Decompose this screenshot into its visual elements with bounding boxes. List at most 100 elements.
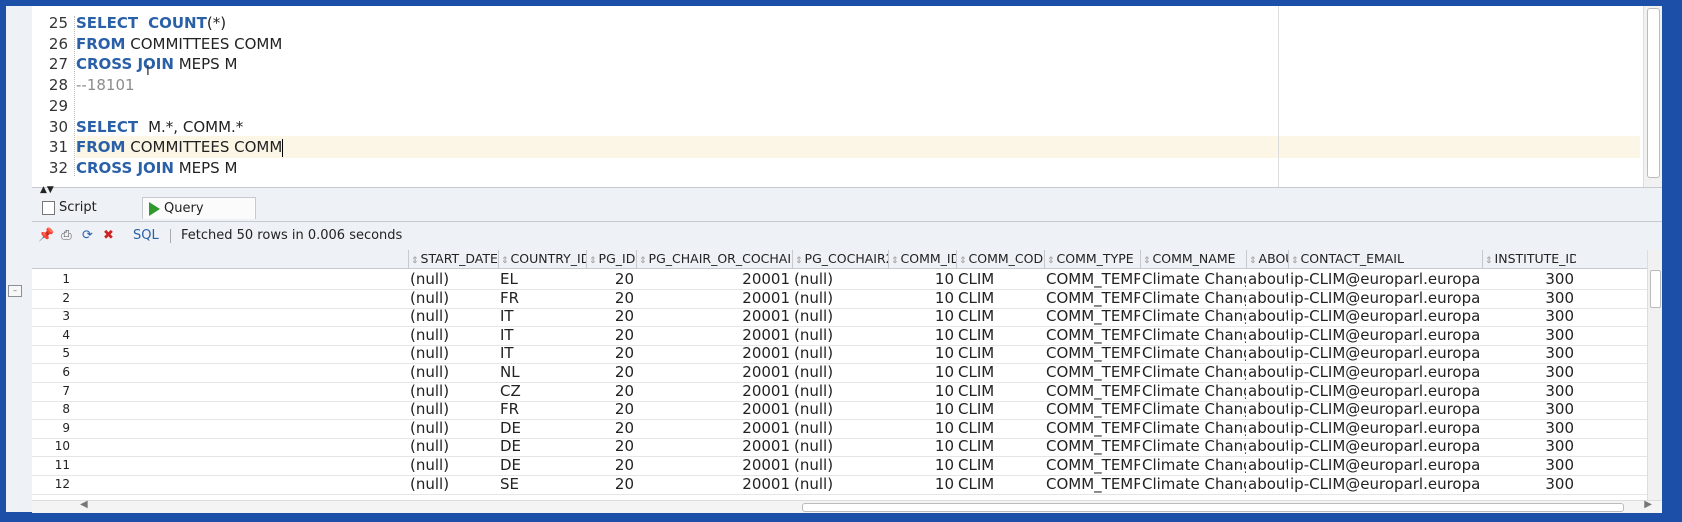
column-header[interactable]: ⇕ INSTITUTE_ID [1482, 250, 1576, 268]
table-cell[interactable]: (null) [792, 343, 888, 363]
table-cell[interactable]: SE [498, 474, 586, 494]
table-cell[interactable]: 20 [586, 325, 636, 345]
table-cell[interactable]: IT [498, 325, 586, 345]
table-cell[interactable]: CLIM [956, 306, 1044, 326]
table-cell[interactable]: DE [498, 418, 586, 438]
table-cell[interactable]: (null) [792, 399, 888, 419]
table-cell[interactable]: 20 [586, 455, 636, 475]
sort-icon[interactable]: ⇕ [1047, 256, 1055, 266]
sort-icon[interactable]: ⇕ [1249, 256, 1257, 266]
table-cell[interactable]: (null) [792, 455, 888, 475]
table-cell[interactable]: COMM_TEMP [1044, 288, 1140, 308]
table-cell[interactable]: 20 [586, 436, 636, 456]
column-header[interactable]: ⇕ COMM_NAME [1140, 250, 1246, 268]
table-cell[interactable]: ip-CLIM@europarl.europa.eu [1288, 474, 1482, 494]
table-cell[interactable]: 20 [586, 288, 636, 308]
scroll-left-icon[interactable]: ◀ [80, 499, 88, 510]
refresh-icon[interactable]: ⟳ [80, 228, 95, 243]
code-line[interactable]: SELECT M.*, COMM.* [76, 116, 1640, 138]
table-cell[interactable]: 300 [1482, 399, 1576, 419]
table-cell[interactable]: 300 [1482, 436, 1576, 456]
code-line[interactable]: CROSS JOIN MEPS M [76, 157, 1640, 179]
table-cell[interactable]: CLIM [956, 343, 1044, 363]
scrollbar-thumb[interactable] [1650, 270, 1661, 308]
column-header[interactable]: ⇕ COMM_ID [888, 250, 956, 268]
table-row[interactable]: 12 (null) SE 20 20001 (null) 10 CLIM COMM_TEMP Cl… [32, 474, 1662, 495]
table-cell[interactable]: DE [498, 436, 586, 456]
scrollbar-thumb[interactable] [802, 503, 1624, 512]
table-cell[interactable]: CLIM [956, 288, 1044, 308]
table-cell[interactable]: 300 [1482, 343, 1576, 363]
scrollbar-thumb[interactable] [1647, 8, 1660, 178]
table-cell[interactable]: 10 [888, 343, 956, 363]
tab-script-output[interactable]: Script Output× [36, 197, 142, 237]
table-cell[interactable]: 300 [1482, 418, 1576, 438]
table-cell[interactable]: 10 [888, 381, 956, 401]
sort-icon[interactable]: ⇕ [639, 256, 647, 266]
table-cell[interactable]: CLIM [956, 418, 1044, 438]
table-cell[interactable]: ip-CLIM@europarl.europa.eu [1288, 455, 1482, 475]
table-cell[interactable]: 20 [586, 343, 636, 363]
table-cell[interactable]: CLIM [956, 455, 1044, 475]
table-cell[interactable]: 10 [888, 325, 956, 345]
table-cell[interactable]: 20001 [636, 474, 792, 494]
table-cell[interactable]: (null) [792, 418, 888, 438]
table-cell[interactable]: 20001 [636, 269, 792, 289]
table-cell[interactable]: ip-CLIM@europarl.europa.eu [1288, 381, 1482, 401]
table-cell[interactable]: about [1246, 436, 1288, 456]
grid-vertical-scrollbar[interactable] [1647, 250, 1662, 500]
table-cell[interactable]: 10 [888, 455, 956, 475]
table-cell[interactable]: 20 [586, 362, 636, 382]
table-cell[interactable]: (null) [792, 381, 888, 401]
table-cell[interactable]: 300 [1482, 306, 1576, 326]
table-cell[interactable]: (null) [408, 455, 498, 475]
scroll-right-icon[interactable]: ▶ [1644, 499, 1652, 510]
table-cell[interactable]: (null) [792, 306, 888, 326]
column-header[interactable]: ⇕ PG_ID [586, 250, 636, 268]
table-cell[interactable]: Climate Change [1140, 399, 1246, 419]
table-cell[interactable]: FR [498, 288, 586, 308]
table-cell[interactable]: Climate Change [1140, 418, 1246, 438]
table-cell[interactable]: 20001 [636, 343, 792, 363]
table-cell[interactable]: about [1246, 455, 1288, 475]
table-cell[interactable]: 300 [1482, 381, 1576, 401]
table-cell[interactable]: COMM_TEMP [1044, 362, 1140, 382]
table-cell[interactable]: about [1246, 269, 1288, 289]
table-cell[interactable]: 20 [586, 399, 636, 419]
table-cell[interactable]: 20 [586, 381, 636, 401]
table-cell[interactable]: (null) [408, 288, 498, 308]
table-cell[interactable]: 10 [888, 269, 956, 289]
table-cell[interactable]: (null) [792, 436, 888, 456]
table-cell[interactable]: COMM_TEMP [1044, 343, 1140, 363]
table-cell[interactable]: COMM_TEMP [1044, 269, 1140, 289]
table-cell[interactable]: 20 [586, 418, 636, 438]
table-cell[interactable]: CLIM [956, 269, 1044, 289]
table-cell[interactable]: (null) [792, 269, 888, 289]
table-cell[interactable]: COMM_TEMP [1044, 325, 1140, 345]
sort-icon[interactable]: ⇕ [501, 256, 509, 266]
table-cell[interactable]: COMM_TEMP [1044, 381, 1140, 401]
table-cell[interactable]: CLIM [956, 399, 1044, 419]
table-cell[interactable]: 300 [1482, 474, 1576, 494]
table-cell[interactable]: 20001 [636, 325, 792, 345]
table-cell[interactable]: CLIM [956, 325, 1044, 345]
table-cell[interactable]: 20001 [636, 436, 792, 456]
sort-icon[interactable]: ⇕ [1291, 256, 1299, 266]
table-cell[interactable]: DE [498, 455, 586, 475]
table-cell[interactable]: (null) [792, 362, 888, 382]
table-cell[interactable]: ip-CLIM@europarl.europa.eu [1288, 325, 1482, 345]
table-cell[interactable]: CLIM [956, 474, 1044, 494]
table-cell[interactable]: about [1246, 399, 1288, 419]
table-cell[interactable]: ip-CLIM@europarl.europa.eu [1288, 399, 1482, 419]
table-cell[interactable]: (null) [408, 362, 498, 382]
code-line[interactable]: CROSS JOIN MEPS M [76, 53, 1640, 75]
table-cell[interactable]: 10 [888, 288, 956, 308]
column-header[interactable]: ⇕ CONTACT_EMAIL [1288, 250, 1482, 268]
table-cell[interactable]: COMM_TEMP [1044, 436, 1140, 456]
table-cell[interactable]: 20 [586, 269, 636, 289]
table-cell[interactable]: 10 [888, 399, 956, 419]
table-cell[interactable]: CLIM [956, 362, 1044, 382]
code-line[interactable] [76, 95, 1640, 117]
column-header[interactable]: ⇕ABOUT [1246, 250, 1288, 268]
table-cell[interactable]: 20001 [636, 418, 792, 438]
